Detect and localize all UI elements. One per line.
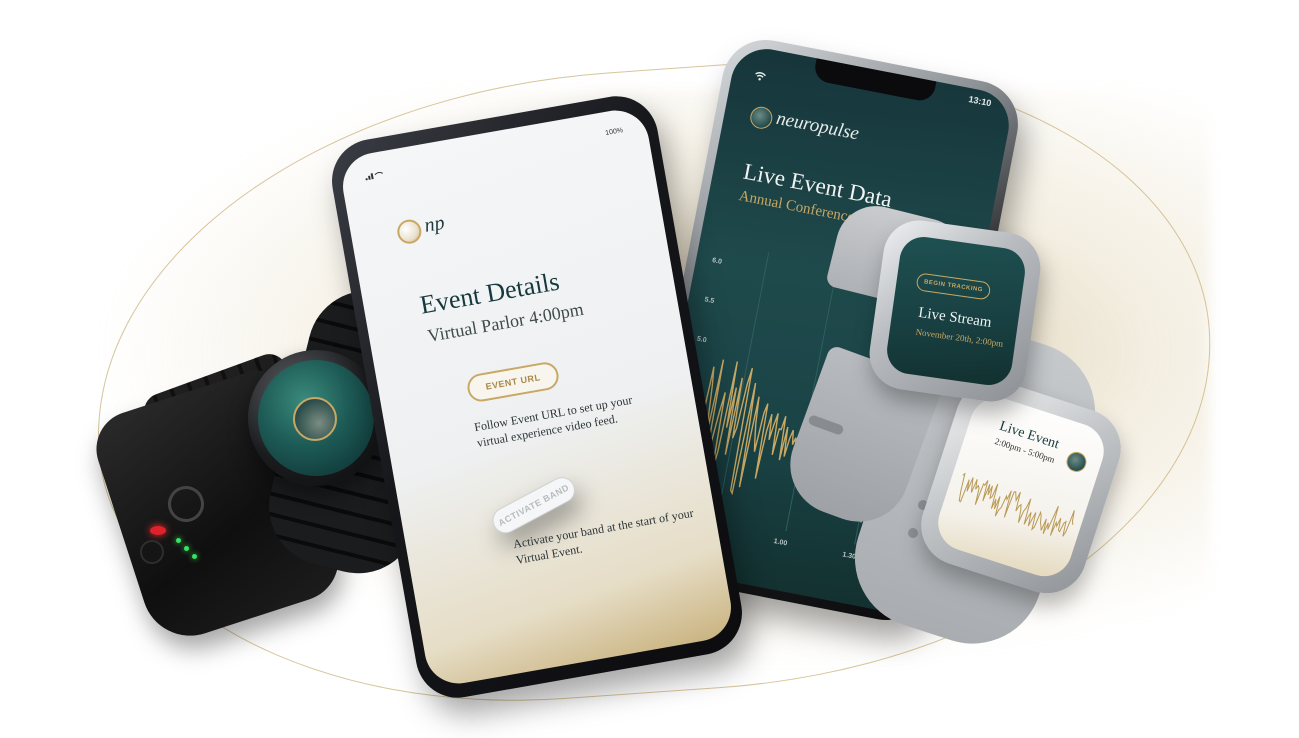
chart-y-tick-label: 5.0 xyxy=(696,336,707,345)
chart-x-tick-label: 1.00 xyxy=(773,538,788,547)
signal-icon xyxy=(365,172,384,181)
begin-tracking-button[interactable]: BEGIN TRACKING xyxy=(915,272,992,301)
chart-y-tick-label: 5.5 xyxy=(704,296,715,305)
chart-x-ticks: 1.001.30 xyxy=(773,538,857,561)
status-time: 13:10 xyxy=(967,94,993,109)
wifi-icon xyxy=(755,72,766,81)
neuropulse-logo-icon xyxy=(293,397,337,441)
neuropulse-logo-icon xyxy=(1063,449,1090,475)
chart-gridline xyxy=(716,252,770,518)
band-red-led xyxy=(150,526,166,535)
band-button xyxy=(140,540,164,564)
square-watch-screen: BEGIN TRACKING Live Stream November 20th… xyxy=(884,233,1028,389)
logo-text: np xyxy=(422,211,447,237)
watch-waveform-line xyxy=(958,472,1075,537)
neuropulse-logo-icon xyxy=(748,104,775,131)
battery-label: 100% xyxy=(604,127,624,138)
band-green-led xyxy=(192,554,197,559)
watch-waveform xyxy=(958,472,1075,537)
band-green-led xyxy=(184,546,189,551)
event-url-button[interactable]: EVENT URL xyxy=(465,360,561,404)
band-green-led xyxy=(176,538,181,543)
neuropulse-logo-icon xyxy=(395,217,424,246)
product-showcase: 13:10 neuropulse Live Event Data Annual … xyxy=(0,0,1299,738)
strap-hole xyxy=(908,528,918,538)
brand-name: neuropulse xyxy=(774,107,861,145)
chart-y-tick-label: 6.0 xyxy=(712,257,723,266)
